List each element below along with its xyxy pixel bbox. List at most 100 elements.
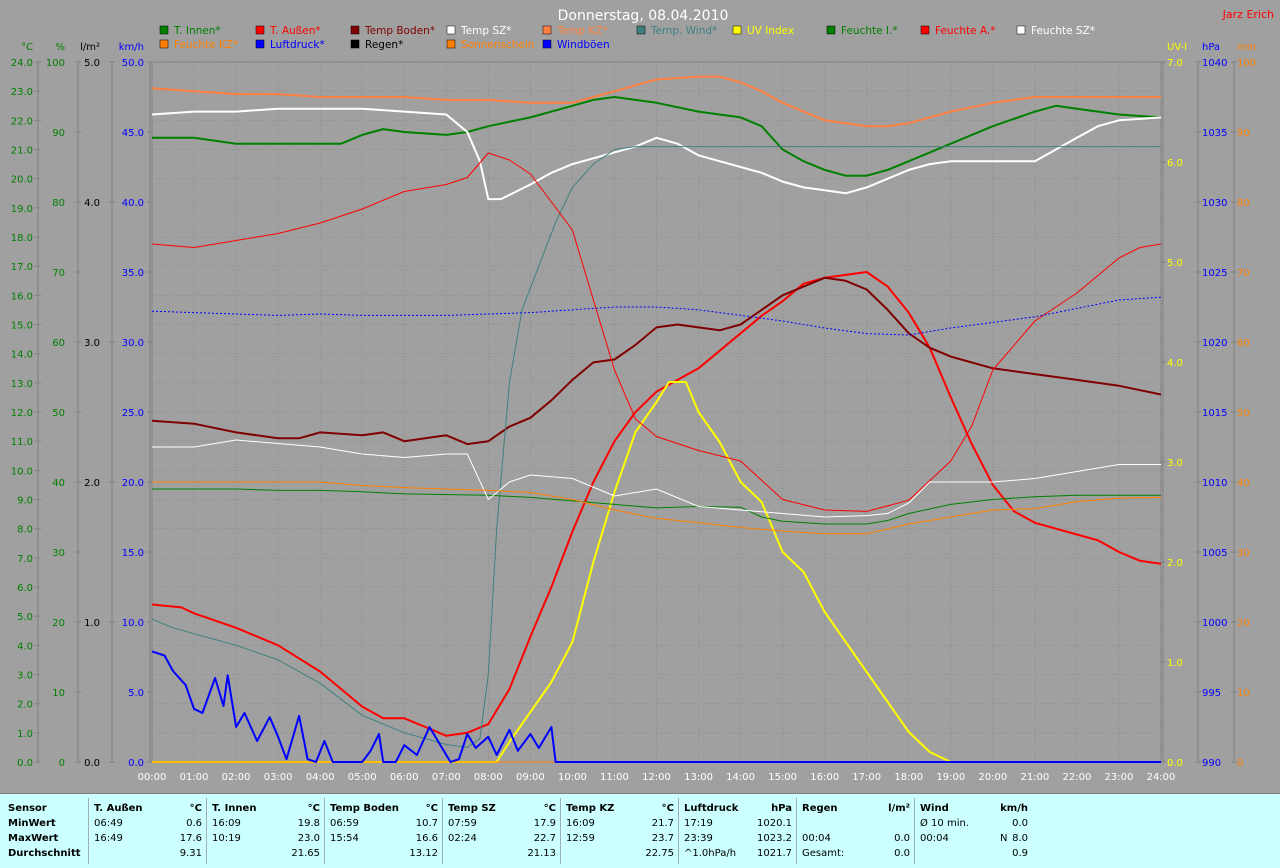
x-tick-label: 04:00 <box>306 772 335 783</box>
axis-tick-label: 100 <box>1237 58 1256 69</box>
stats-column: T. Innen °C 16:09 19.8 10:19 23.0 21.65 <box>212 794 320 868</box>
axis-tick-label: 3.0 <box>1167 458 1183 469</box>
axis-tick-label: 2.0 <box>17 700 33 711</box>
axis-tick-label: 0 <box>59 758 65 769</box>
x-tick-label: 18:00 <box>894 772 923 783</box>
axis-tick-label: 40.0 <box>122 198 144 209</box>
stats-separator <box>206 798 207 864</box>
axis-tick-label: 80 <box>1237 198 1250 209</box>
axis-tick-label: 0.0 <box>84 758 100 769</box>
stats-cell-row: Gesamt: 0.0 <box>802 846 910 861</box>
legend-label: Feuchte KZ* <box>174 39 238 51</box>
stats-row-label: MaxWert <box>8 833 59 844</box>
legend-label: UV Index <box>747 25 794 37</box>
stats-cell-value: 0.0 <box>894 848 910 859</box>
legend-label: Temp Boden* <box>364 25 435 37</box>
legend-swatch <box>920 25 930 35</box>
stats-cell-value: 9.31 <box>179 848 202 859</box>
stats-header-name: T. Außen <box>94 803 143 814</box>
stats-cell-value: 22.7 <box>533 833 556 844</box>
x-tick-label: 05:00 <box>348 772 377 783</box>
x-tick-label: 20:00 <box>978 772 1007 783</box>
axis-tick-label: 20 <box>1237 618 1250 629</box>
x-tick-label: 21:00 <box>1020 772 1049 783</box>
stats-header-name: Temp SZ <box>448 803 496 814</box>
axis-tick-label: 12.0 <box>11 408 33 419</box>
legend-swatch <box>826 25 836 35</box>
legend-swatch <box>446 25 456 35</box>
stats-header-unit: °C <box>307 803 320 814</box>
legend-label: Feuchte SZ* <box>1031 25 1095 37</box>
stats-cell-time: 16:09 <box>566 818 595 829</box>
legend-swatch <box>159 25 169 35</box>
axis-tick-label: 10 <box>52 688 65 699</box>
x-tick-label: 01:00 <box>180 772 209 783</box>
stats-row-label: Sensor <box>8 803 47 814</box>
axis-tick-label: 0.0 <box>17 758 33 769</box>
stats-cell-time: ^1.0hPa/h <box>684 848 737 859</box>
x-tick-label: 15:00 <box>768 772 797 783</box>
axis-tick-label: 0.0 <box>1167 758 1183 769</box>
axis-tick-label: 30 <box>1237 548 1250 559</box>
axis-tick-label: 10.0 <box>122 618 144 629</box>
stats-cell-row: 16:09 21.7 <box>566 816 674 831</box>
stats-cell-row: 22.75 <box>566 846 674 861</box>
axis-tick-label: 80 <box>52 198 65 209</box>
stats-header-unit: km/h <box>1000 803 1028 814</box>
stats-cell-value: 22.75 <box>645 848 674 859</box>
stats-cell-row: 13.12 <box>330 846 438 861</box>
stats-cell-time: 23:39 <box>684 833 713 844</box>
axis-unit: min <box>1237 42 1256 53</box>
axis-tick-label: 17.0 <box>11 262 33 273</box>
x-tick-label: 06:00 <box>390 772 419 783</box>
stats-cell-row: 07:59 17.9 <box>448 816 556 831</box>
stats-header-unit: °C <box>543 803 556 814</box>
axis-tick-label: 45.0 <box>122 128 144 139</box>
axis-tick-label: 10 <box>1237 688 1250 699</box>
stats-cell-time: 06:59 <box>330 818 359 829</box>
axis-tick-label: 60 <box>52 338 65 349</box>
legend-swatch <box>732 25 742 35</box>
axis-tick-label: 3.0 <box>17 671 33 682</box>
stats-cell-value: 1020.1 <box>757 818 792 829</box>
axis-tick-label: 10.0 <box>11 466 33 477</box>
axis-tick-label: 1000 <box>1202 618 1227 629</box>
axis-tick-label: 1015 <box>1202 408 1227 419</box>
stats-cell-time: 16:09 <box>212 818 241 829</box>
x-tick-label: 02:00 <box>222 772 251 783</box>
legend-label: Feuchte A.* <box>935 25 996 37</box>
axis-unit: °C <box>21 42 33 53</box>
legend-swatch <box>255 39 265 49</box>
axis-tick-label: 19.0 <box>11 204 33 215</box>
stats-cell-time: Gesamt: <box>802 848 845 859</box>
axis-tick-label: 14.0 <box>11 350 33 361</box>
stats-cell-row: 06:59 10.7 <box>330 816 438 831</box>
stats-cell-time: 16:49 <box>94 833 123 844</box>
stats-separator <box>324 798 325 864</box>
axis-unit: km/h <box>119 42 144 53</box>
x-tick-label: 13:00 <box>684 772 713 783</box>
stats-cell-value: 23.0 <box>297 833 320 844</box>
axis-tick-label: 23.0 <box>11 87 33 98</box>
axis-tick-label: 20.0 <box>122 478 144 489</box>
chart-grid <box>151 61 1162 763</box>
axis-tick-label: 7.0 <box>17 554 33 565</box>
axis-tick-label: 990 <box>1202 758 1221 769</box>
x-tick-label: 10:00 <box>558 772 587 783</box>
stats-cell-value: 16.6 <box>415 833 438 844</box>
stats-column: Luftdruck hPa 17:19 1020.1 23:39 1023.2 ^1.0hP… <box>684 794 792 868</box>
stats-cell-value: 21.13 <box>527 848 556 859</box>
axis-tick-label: 60 <box>1237 338 1250 349</box>
stats-cell-value: 23.7 <box>651 833 674 844</box>
stats-cell-time: 02:24 <box>448 833 477 844</box>
stats-header-name: Luftdruck <box>684 803 739 814</box>
axis-tick-label: 25.0 <box>122 408 144 419</box>
axis-tick-label: 2.0 <box>84 478 100 489</box>
axis-tick-label: 995 <box>1202 688 1221 699</box>
legend-label: Regen* <box>365 39 403 51</box>
stats-cell-value: 17.6 <box>179 833 202 844</box>
legend-swatch <box>350 25 360 35</box>
stats-cell-row: 23:39 1023.2 <box>684 831 792 846</box>
stats-cell-value: 0.6 <box>186 818 202 829</box>
axis-tick-label: 20 <box>52 618 65 629</box>
